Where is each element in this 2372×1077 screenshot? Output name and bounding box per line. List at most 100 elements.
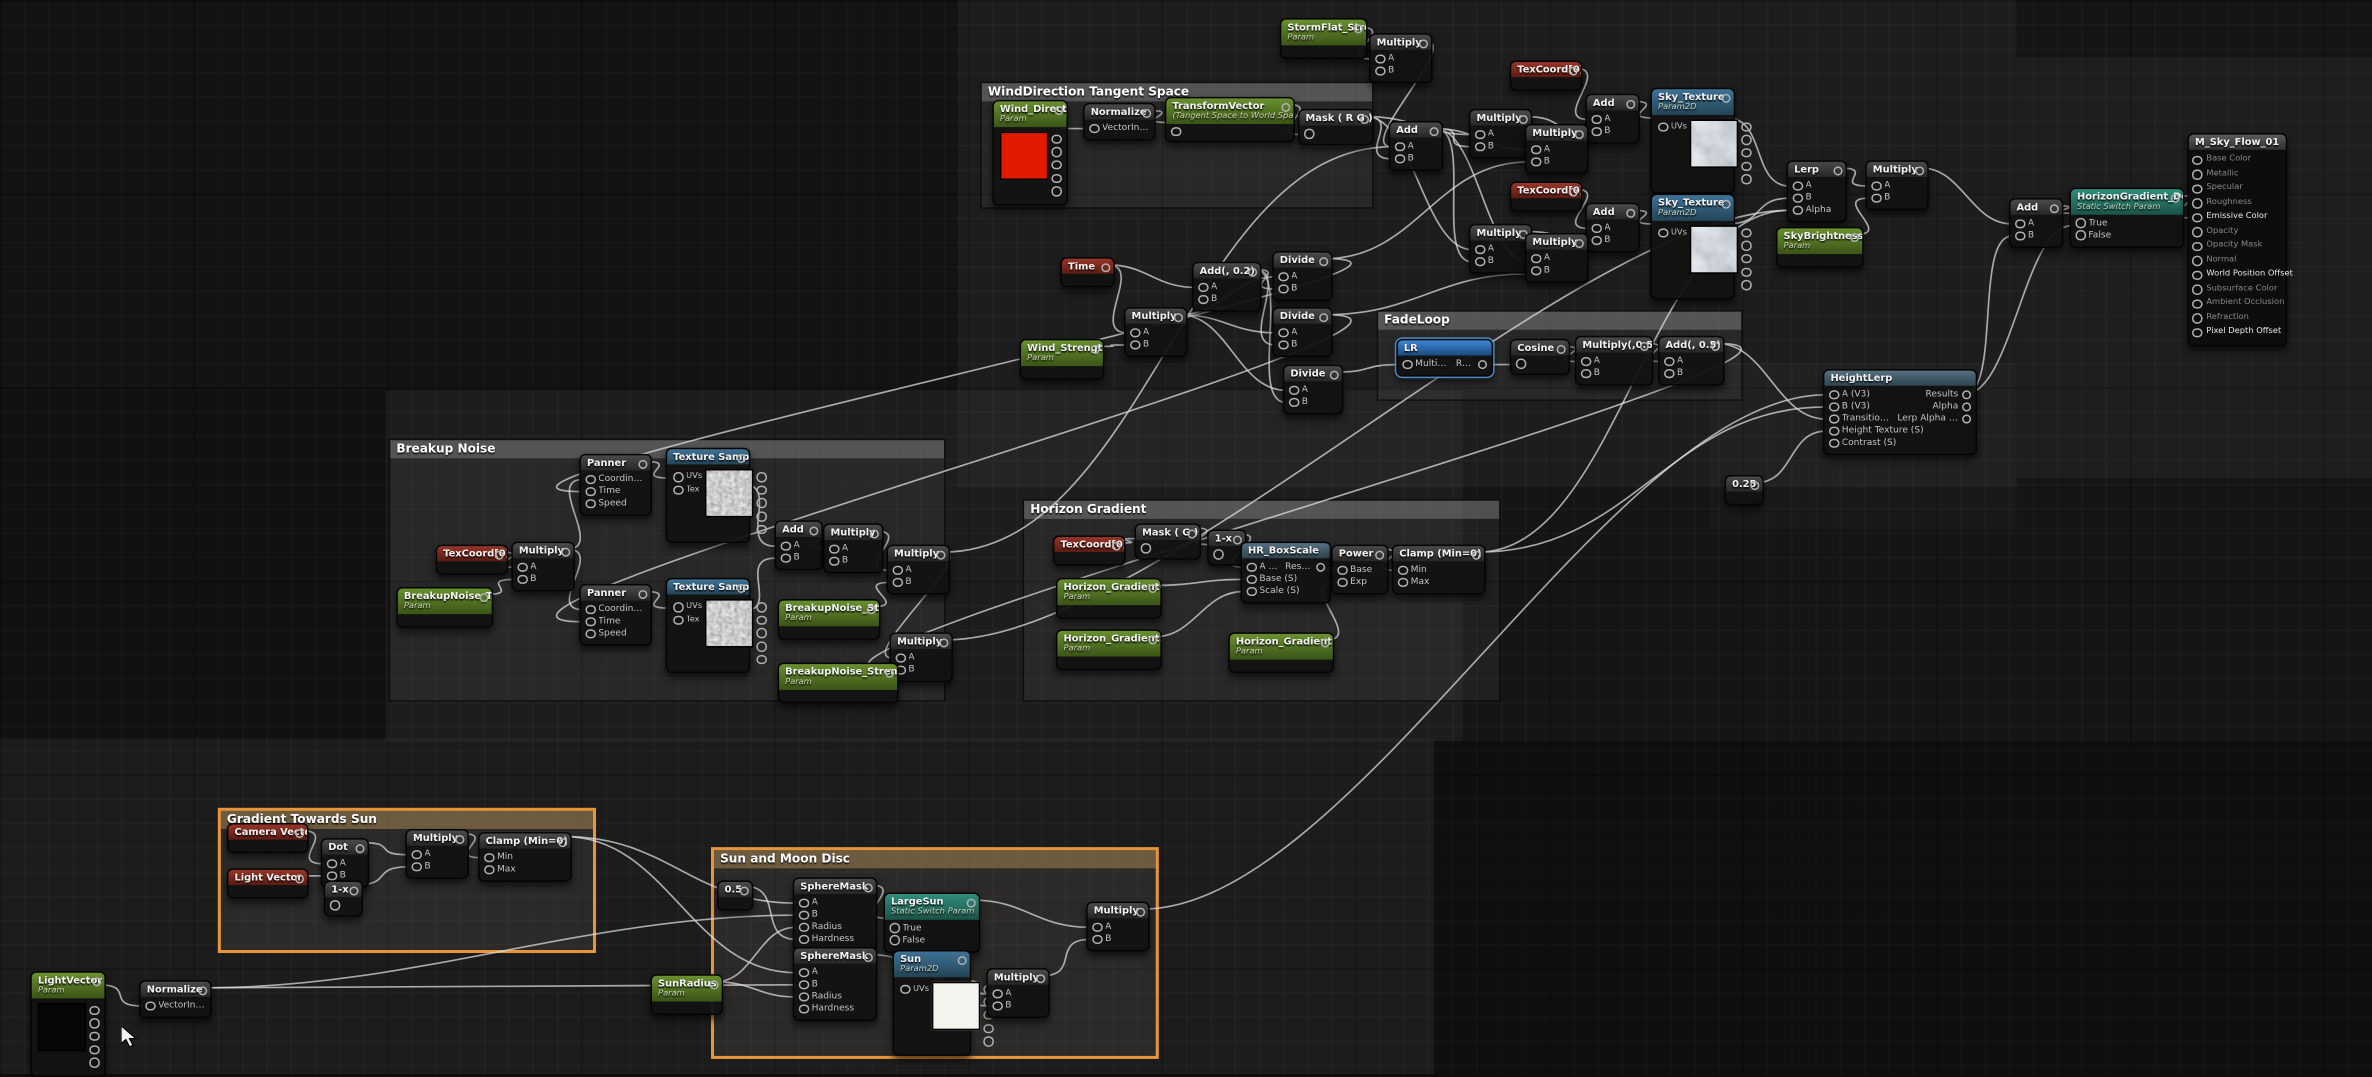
output-pin[interactable] xyxy=(494,550,504,560)
node-divide-3[interactable]: DivideAB xyxy=(1283,365,1344,415)
node-texcoord-b1[interactable]: TexCoord[0] xyxy=(436,545,509,575)
output-pin[interactable] xyxy=(757,485,767,495)
input-pin-row[interactable]: B xyxy=(992,1000,1011,1012)
node-add-c2[interactable]: Add(, 0.5)AB xyxy=(1658,336,1725,386)
output-pin[interactable] xyxy=(709,980,719,990)
output-pin[interactable] xyxy=(560,547,570,557)
output-pin[interactable] xyxy=(1320,638,1330,648)
node-power-1[interactable]: PowerBaseExp xyxy=(1331,545,1388,595)
node-spheremask-1[interactable]: SphereMaskABRadiusHardness xyxy=(793,877,878,951)
output-pin[interactable] xyxy=(1518,114,1528,124)
input-pin-row[interactable]: A xyxy=(2015,218,2034,230)
input-pin-row[interactable]: A xyxy=(1531,144,1550,156)
input-pin[interactable] xyxy=(799,910,809,920)
input-pin-row[interactable]: Scale (S) xyxy=(1247,585,1300,597)
node-multiply-g1[interactable]: MultiplyAB xyxy=(405,829,469,879)
output-pin[interactable] xyxy=(294,874,304,884)
node-skybrightness[interactable]: SkyBrightnessParam xyxy=(1776,227,1864,267)
input-pin-row[interactable]: B xyxy=(517,573,536,585)
input-pin[interactable] xyxy=(1658,228,1668,238)
input-pin[interactable] xyxy=(2192,270,2202,280)
node-transformvector[interactable]: TransformVector(Tangent Space to World S… xyxy=(1165,97,1295,142)
output-pin[interactable] xyxy=(1721,199,1731,209)
input-pin-row[interactable]: Exp xyxy=(1337,576,1367,588)
node-m-sky-flow-01[interactable]: M_Sky_Flow_01Base ColorMetallicSpecularR… xyxy=(2187,133,2287,346)
input-pin-row[interactable]: Multiply (1) xyxy=(1402,359,1451,371)
input-pin[interactable] xyxy=(2192,313,2202,323)
node-divide-1[interactable]: DivideAB xyxy=(1272,251,1333,301)
input-pin-row[interactable]: B (V3) xyxy=(1829,401,1870,413)
input-pin[interactable] xyxy=(896,653,906,663)
output-pin[interactable] xyxy=(1111,541,1121,551)
output-pin[interactable] xyxy=(349,886,359,896)
input-pin-row[interactable]: A xyxy=(1395,141,1414,153)
input-pin-row[interactable]: B xyxy=(1278,283,1297,295)
output-pin[interactable] xyxy=(757,511,767,521)
input-pin[interactable] xyxy=(2192,241,2202,251)
output-pin[interactable] xyxy=(2170,193,2180,203)
input-pin[interactable] xyxy=(1395,142,1405,152)
output-pin[interactable] xyxy=(355,843,365,853)
input-pin-row[interactable]: UVs xyxy=(1658,228,1687,238)
input-pin-row[interactable]: Min xyxy=(1398,564,1427,576)
node-multiply-t4[interactable]: MultiplyAB xyxy=(1469,224,1533,274)
input-pin-row[interactable]: A xyxy=(896,652,915,664)
input-pin[interactable] xyxy=(2192,284,2202,294)
output-pin[interactable] xyxy=(1054,105,1064,115)
node-panner-2[interactable]: PannerCoordinateTimeSpeed xyxy=(579,584,652,646)
output-pin[interactable] xyxy=(1556,344,1566,354)
input-pin-row[interactable]: Hardness xyxy=(799,933,854,945)
input-pin[interactable] xyxy=(1141,543,1151,553)
input-pin-row[interactable]: A xyxy=(799,967,818,979)
input-pin-row[interactable]: A xyxy=(1278,271,1297,283)
node-add-b1[interactable]: AddAB xyxy=(775,520,823,570)
output-pin[interactable] xyxy=(1101,262,1111,272)
input-pin-row[interactable] xyxy=(330,900,340,910)
input-pin-row[interactable]: Speed xyxy=(585,628,626,640)
node-breakupnoise-strength-fade[interactable]: BreakupNoise_Strength_FadeParam xyxy=(778,663,899,703)
node-sky-texture-1[interactable]: Sky_TextureParam2DUVs xyxy=(1650,88,1735,194)
input-pin[interactable] xyxy=(893,577,903,587)
output-pin[interactable] xyxy=(1374,550,1384,560)
input-pin[interactable] xyxy=(1278,272,1288,282)
input-pin[interactable] xyxy=(411,862,421,872)
input-pin[interactable] xyxy=(1247,562,1257,572)
output-pin[interactable] xyxy=(92,976,102,986)
input-pin[interactable] xyxy=(1247,574,1257,584)
input-pin[interactable] xyxy=(2192,184,2202,194)
output-pin[interactable] xyxy=(984,1037,994,1047)
input-pin-row[interactable]: B xyxy=(1531,156,1550,168)
input-pin-row[interactable]: UVs xyxy=(1658,122,1687,132)
node-texture-sample-1[interactable]: Texture SampleUVsTex xyxy=(666,448,751,544)
input-pin-row[interactable]: A xyxy=(517,561,536,573)
input-pin-row[interactable]: A xyxy=(1475,244,1494,256)
output-pin[interactable] xyxy=(1051,160,1061,170)
node-cosine[interactable]: Cosine xyxy=(1510,339,1571,375)
input-pin[interactable] xyxy=(1475,257,1485,267)
input-pin-row[interactable]: A xyxy=(1130,327,1149,339)
input-pin[interactable] xyxy=(1531,145,1541,155)
node-normalize-2[interactable]: NormalizeVectorInput xyxy=(139,980,212,1018)
node-camera-vector[interactable]: Camera Vector xyxy=(227,823,309,853)
input-pin[interactable] xyxy=(799,980,809,990)
output-pin[interactable] xyxy=(1147,583,1157,593)
output-pin[interactable] xyxy=(1625,208,1635,218)
node-const-05[interactable]: 0.5 xyxy=(717,880,753,910)
output-pin[interactable] xyxy=(1090,344,1100,354)
input-pin[interactable] xyxy=(1581,357,1591,367)
output-pin[interactable] xyxy=(869,529,879,539)
node-lightvector-param[interactable]: LightVectorParam xyxy=(30,971,106,1077)
output-pin[interactable] xyxy=(1741,228,1751,238)
input-pin-row[interactable] xyxy=(1213,549,1223,559)
output-pin[interactable] xyxy=(1051,186,1061,196)
input-pin[interactable] xyxy=(1092,922,1102,932)
output-pin[interactable] xyxy=(1741,135,1751,145)
node-horizon-gradientscale[interactable]: Horizon_GradientScaleParam xyxy=(1056,629,1162,669)
output-pin[interactable] xyxy=(1961,390,1971,400)
input-pin-row[interactable]: Min xyxy=(484,852,513,864)
input-pin-row[interactable]: A xyxy=(1871,180,1890,192)
node-breakupnoise-strength[interactable]: BreakupNoise_StrengthParam xyxy=(778,599,881,639)
input-pin[interactable] xyxy=(1531,266,1541,276)
input-pin[interactable] xyxy=(781,553,791,563)
input-pin-row[interactable] xyxy=(1141,543,1151,553)
